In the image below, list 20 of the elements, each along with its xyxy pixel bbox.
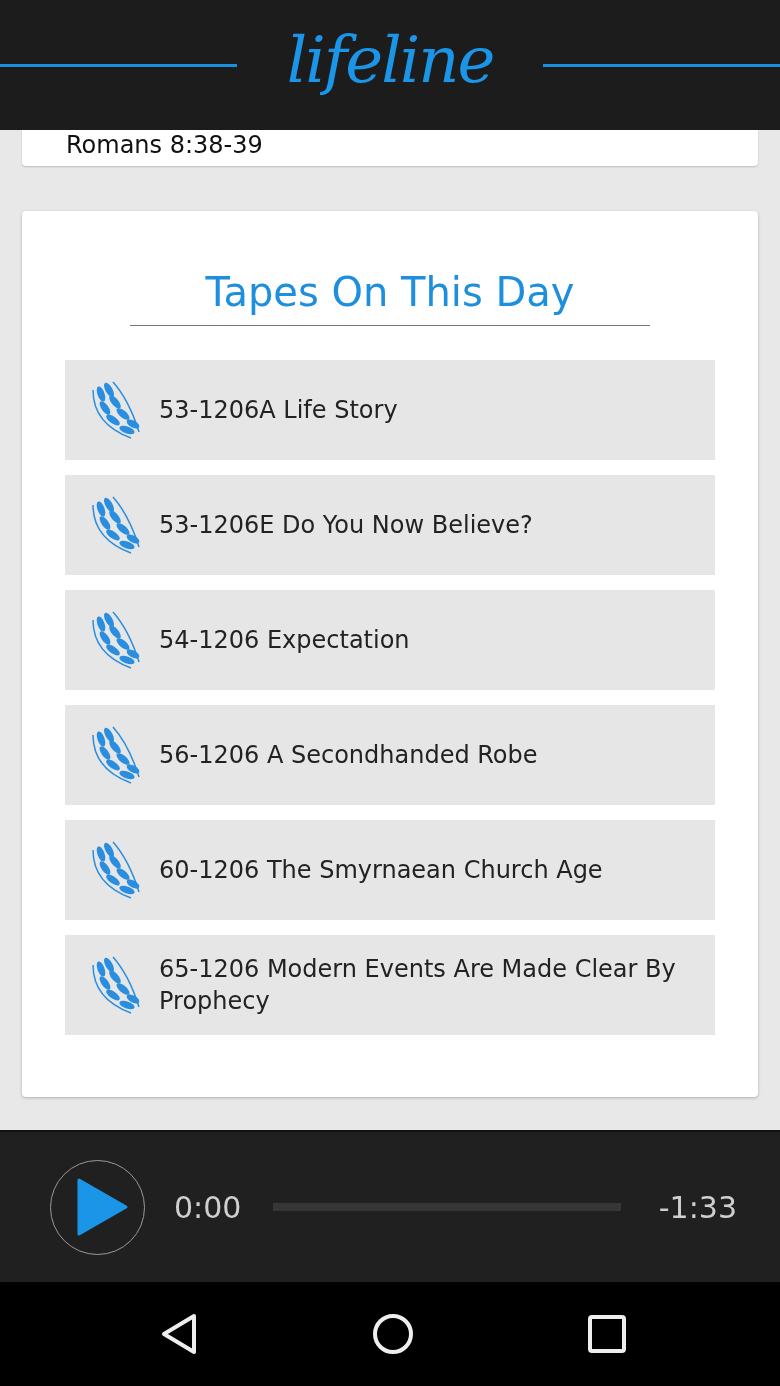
tape-list-item[interactable]: 56-1206 A Secondhanded Robe bbox=[65, 705, 715, 805]
back-icon[interactable] bbox=[160, 1313, 198, 1355]
wheat-icon bbox=[89, 725, 141, 785]
app-logo: lifeline bbox=[285, 23, 495, 99]
section-title: Tapes On This Day bbox=[130, 267, 650, 326]
tape-list-item[interactable]: 54-1206 Expectation bbox=[65, 590, 715, 690]
tape-list-item[interactable]: 65-1206 Modern Events Are Made Clear By Prophecy bbox=[65, 935, 715, 1035]
wheat-icon bbox=[89, 495, 141, 555]
wheat-icon bbox=[89, 955, 141, 1015]
tape-list-item[interactable]: 60-1206 The Smyrnaean Church Age bbox=[65, 820, 715, 920]
home-icon[interactable] bbox=[372, 1313, 414, 1355]
wheat-icon bbox=[89, 840, 141, 900]
tape-list-item[interactable]: 53-1206A Life Story bbox=[65, 360, 715, 460]
elapsed-time: 0:00 bbox=[174, 1189, 242, 1225]
tape-list-item[interactable]: 53-1206E Do You Now Believe? bbox=[65, 475, 715, 575]
recents-icon[interactable] bbox=[588, 1315, 626, 1353]
wheat-icon bbox=[89, 610, 141, 670]
verse-reference: Romans 8:38-39 bbox=[66, 130, 263, 160]
remaining-time: -1:33 bbox=[658, 1189, 737, 1225]
wheat-icon bbox=[89, 380, 141, 440]
